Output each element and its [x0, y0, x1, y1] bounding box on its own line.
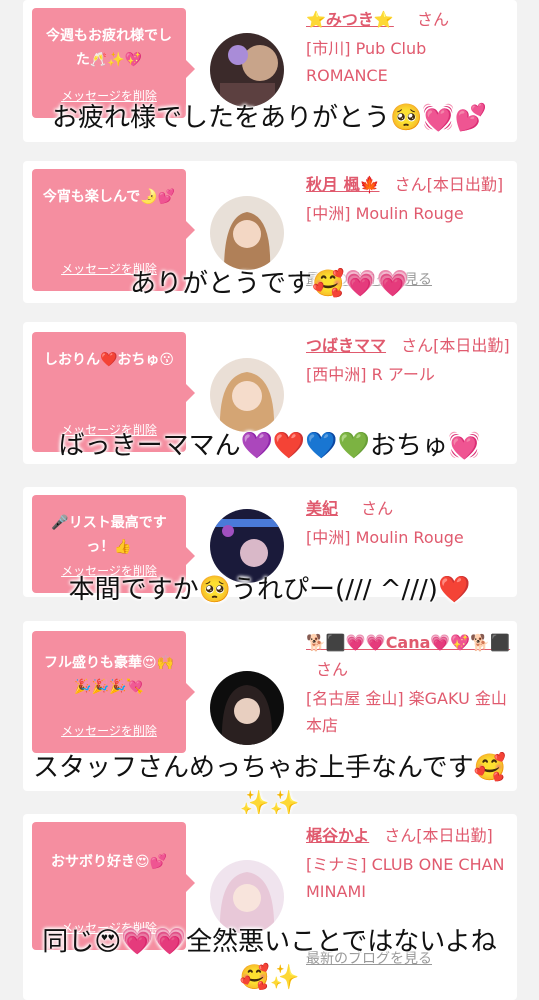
cast-info: 美紀 さん [中洲] Moulin Rouge — [306, 495, 511, 551]
overlay-caption: 本間ですか🥺うれぴー(/// ^///)❤️ — [68, 575, 471, 605]
san-suffix: さん — [361, 499, 394, 518]
cast-name-link[interactable]: 秋月 楓🍁 — [306, 175, 380, 194]
message-text: おサボり好き😍💕 — [50, 854, 168, 870]
message-text: フル盛りも豪華😍🙌🎉🎉🎉💘 — [43, 655, 175, 695]
avatar[interactable] — [210, 671, 284, 745]
san-suffix: さん[本日出勤] — [401, 336, 510, 355]
cast-name-link[interactable]: 美紀 — [306, 499, 338, 518]
cast-info: 秋月 楓🍁 さん[本日出勤] [中洲] Moulin Rouge — [306, 171, 511, 227]
overlay-caption: ありがとうです🥰💗💗 — [129, 269, 410, 299]
message-text: しおりん❤️おちゅ😗 — [43, 352, 175, 368]
shop-name: [ミナミ] CLUB ONE CHAN MINAMI — [306, 855, 505, 901]
cast-name-link[interactable]: ⭐みつき⭐ — [306, 10, 394, 29]
avatar[interactable] — [210, 33, 284, 107]
overlay-caption: ばっきーママん💜❤️💙💚おちゅ💓 — [58, 431, 481, 461]
message-bubble: フル盛りも豪華😍🙌🎉🎉🎉💘 メッセージを削除 — [32, 631, 195, 753]
cast-name-link[interactable]: 梶谷かよ — [306, 826, 369, 845]
cast-info: つばきママ さん[本日出勤] [西中洲] R アール — [306, 332, 511, 388]
san-suffix: さん — [316, 660, 349, 679]
overlay-caption: 同じ😍💗💗全然悪いことではないよね — [42, 927, 497, 957]
cast-name-link[interactable]: つばきママ — [306, 336, 386, 355]
message-text: 今宵も楽しんで🌛💕 — [42, 189, 176, 205]
san-suffix: さん — [416, 10, 449, 29]
shop-name: [名古屋 金山] 楽GAKU 金山本店 — [306, 689, 507, 735]
cast-info: ⭐みつき⭐ さん [市川] Pub Club ROMANCE — [306, 6, 511, 89]
overlay-caption-line2: 🥰✨ — [239, 963, 300, 991]
delete-message-link[interactable]: メッセージを削除 — [32, 719, 186, 743]
message-text: 今週もお疲れ様でした🥂✨💖 — [46, 28, 172, 68]
shop-name: [西中洲] R アール — [306, 365, 435, 384]
shop-name: [市川] Pub Club ROMANCE — [306, 39, 427, 85]
avatar[interactable] — [210, 358, 284, 432]
shop-name: [中洲] Moulin Rouge — [306, 528, 464, 547]
overlay-caption: スタッフさんめっちゃお上手なんです🥰 — [32, 753, 507, 783]
message-text: 🎤リスト最高ですっ！👍 — [51, 515, 167, 555]
avatar[interactable] — [210, 509, 284, 583]
san-suffix: さん[本日出勤] — [394, 175, 504, 194]
cast-info: 梶谷かよ さん[本日出勤] [ミナミ] CLUB ONE CHAN MINAMI — [306, 822, 511, 905]
avatar[interactable] — [210, 196, 284, 270]
shop-name: [中洲] Moulin Rouge — [306, 204, 464, 223]
overlay-caption: お疲れ様でしたをありがとう🥺💓💕 — [51, 103, 488, 133]
cast-info: 🐕⬛💗💗Cana💗💖🐕⬛ さん [名古屋 金山] 楽GAKU 金山本店 — [306, 629, 511, 739]
cast-name-link[interactable]: 🐕⬛💗💗Cana💗💖🐕⬛ — [306, 633, 510, 652]
avatar[interactable] — [210, 860, 284, 934]
san-suffix: さん[本日出勤] — [384, 826, 493, 845]
